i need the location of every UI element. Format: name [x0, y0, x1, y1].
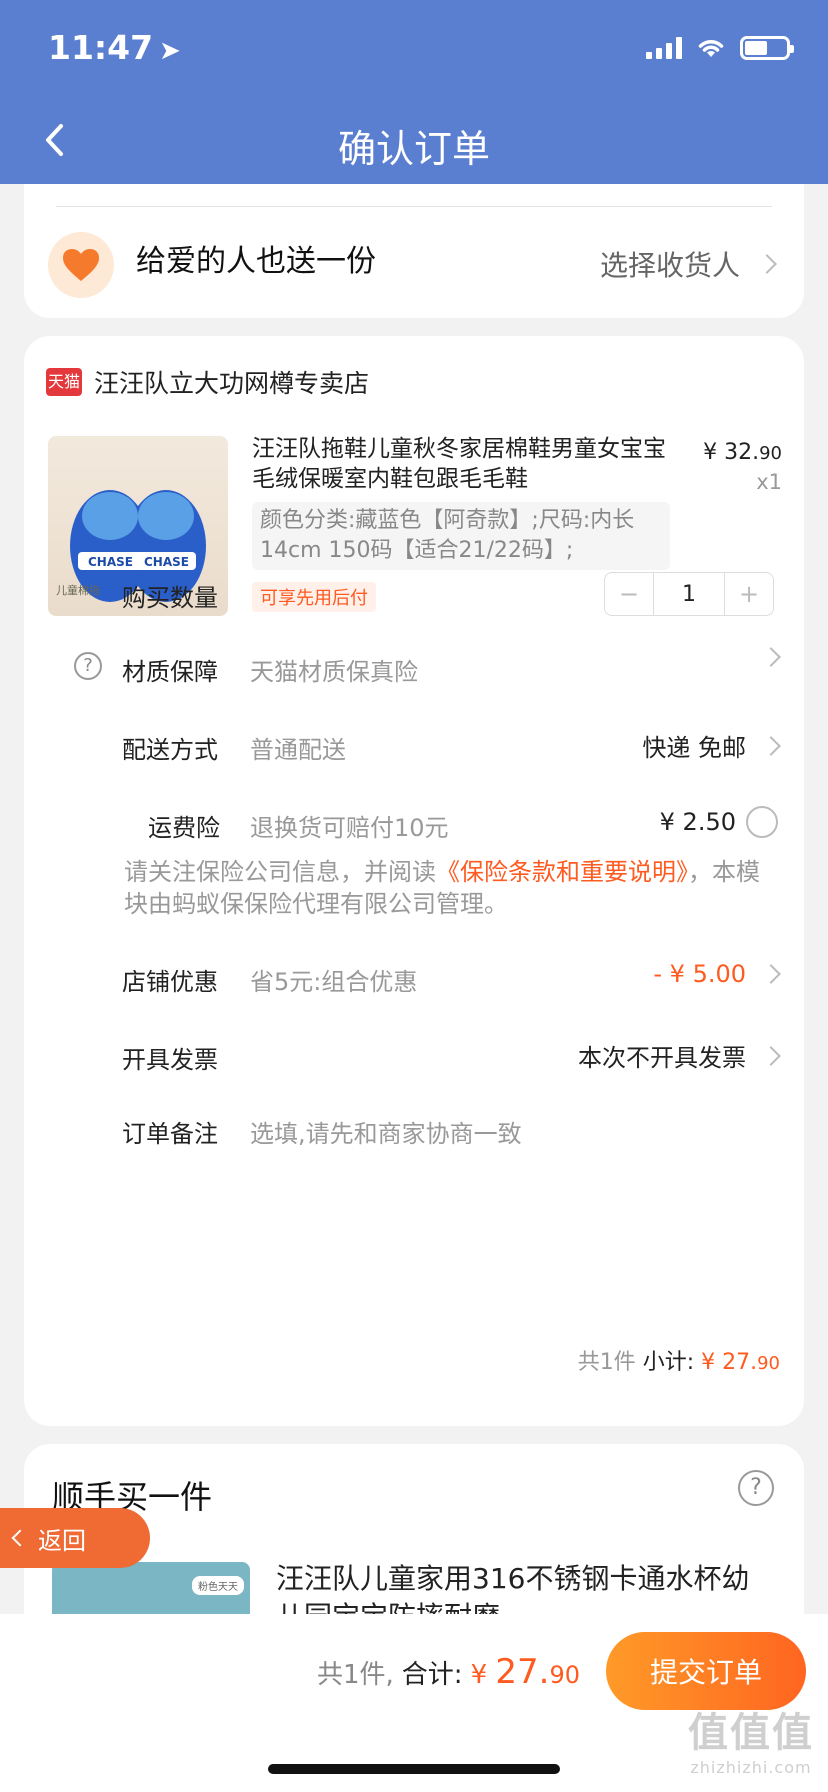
discount-amount: - ¥ 5.00 [653, 960, 746, 988]
material-guarantee-row[interactable]: ? 材质保障 天猫材质保真险 [24, 638, 804, 698]
invoice-row[interactable]: 开具发票 本次不开具发票 [24, 1026, 804, 1086]
thumb-tag: 粉色天天 [192, 1576, 244, 1595]
price-symbol: ¥ [703, 440, 725, 465]
order-total: 共1件, 合计: ¥ 27.90 [317, 1652, 580, 1692]
remark-row: 订单备注 选填,请先和商家协商一致 [24, 1100, 804, 1160]
freight-insurance-radio[interactable] [746, 806, 778, 838]
shipping-value: 普通配送 [250, 736, 346, 764]
insurance-terms-link[interactable]: 《保险条款和重要说明》 [436, 858, 688, 886]
freight-insurance-row: 运费险 退换货可赔付10元 ¥ 2.50 [24, 794, 804, 854]
battery-icon [740, 36, 794, 60]
freight-right: ¥ 2.50 [660, 806, 778, 838]
watermark-url: zhizhizhi.com [690, 1758, 812, 1777]
chevron-right-icon [757, 254, 777, 274]
total-amount: ¥ 27.90 [471, 1652, 580, 1692]
help-icon[interactable]: ? [738, 1470, 774, 1506]
divider [56, 206, 772, 207]
wifi-icon [698, 39, 724, 57]
quantity-value[interactable]: 1 [653, 573, 725, 615]
product-price: ¥ 32.90 [703, 440, 782, 465]
sku-info[interactable]: 颜色分类:藏蓝色【阿奇款】;尺码:内长14cm 150码【适合21/22码】; [252, 502, 670, 570]
increase-button[interactable]: + [725, 573, 773, 615]
total-label: 合计: [401, 1660, 463, 1690]
remark-label: 订单备注 [122, 1120, 218, 1148]
subtotal: 共1件 小计: ¥ 27.90 [578, 1344, 780, 1376]
shop-name: 汪汪队立大功网樽专卖店 [94, 369, 370, 398]
select-recipient-button[interactable]: 选择收货人 [599, 244, 777, 284]
page-title: 确认订单 [337, 127, 490, 171]
shop-header[interactable]: 天猫 汪汪队立大功网樽专卖店 [46, 364, 369, 400]
store-discount-right: - ¥ 5.00 [653, 960, 781, 988]
total-int: 27. [495, 1652, 550, 1692]
product-title[interactable]: 汪汪队拖鞋儿童秋冬家居棉鞋男童女宝宝毛绒保暖室内鞋包跟毛毛鞋 [252, 434, 672, 494]
total-count: 共1件, [316, 1660, 394, 1690]
material-label: 材质保障 [122, 658, 218, 686]
status-time-text: 11:47 [48, 28, 154, 67]
status-icons [646, 36, 794, 60]
store-discount-row[interactable]: 店铺优惠 省5元:组合优惠 - ¥ 5.00 [24, 948, 804, 1008]
help-icon[interactable]: ? [74, 652, 102, 680]
location-arrow-icon: ➤ [159, 36, 181, 66]
decrease-button[interactable]: − [605, 573, 653, 615]
chevron-right-icon [761, 964, 781, 984]
product-qty: x1 [756, 470, 782, 494]
bottom-bar: 共1件, 合计: ¥ 27.90 提交订单 值值值 zhizhizhi.com [0, 1614, 828, 1792]
chevron-right-icon [761, 1045, 781, 1066]
quantity-stepper: − 1 + [604, 572, 774, 616]
total-dec: 90 [549, 1661, 580, 1689]
store-discount-value: 省5元:组合优惠 [250, 968, 418, 996]
chevron-right-icon [761, 647, 781, 667]
quantity-label: 购买数量 [122, 584, 218, 612]
subtotal-int: 27. [722, 1350, 758, 1375]
chevron-right-icon [761, 735, 781, 756]
gift-card: 给爱的人也送一份 选择收货人 [24, 184, 804, 318]
status-bar: 11:47 ➤ [0, 0, 828, 100]
quantity-row: 购买数量 − 1 + [24, 564, 804, 624]
invoice-value: 本次不开具发票 [578, 1044, 746, 1072]
status-time: 11:47 ➤ [48, 28, 181, 67]
shipping-method: 快递 免邮 [642, 734, 746, 762]
heart-hand-icon [48, 232, 114, 298]
floating-back-label: 返回 [38, 1526, 86, 1555]
material-value: 天猫材质保真险 [250, 658, 418, 686]
select-recipient-label: 选择收货人 [599, 249, 740, 282]
submit-order-button[interactable]: 提交订单 [606, 1632, 806, 1710]
gift-prompt: 给爱的人也送一份 [136, 244, 376, 279]
total-symbol: ¥ [470, 1660, 496, 1690]
watermark-logo: 值值值 [688, 1710, 814, 1756]
home-indicator [268, 1764, 560, 1774]
cellular-signal-icon [646, 37, 682, 59]
remark-input[interactable]: 选填,请先和商家协商一致 [250, 1114, 522, 1149]
subtotal-count: 共1件 [577, 1350, 643, 1375]
order-card: 天猫 汪汪队立大功网樽专卖店 CHASE CHASE 儿童棉拖 汪汪队拖鞋儿童秋… [24, 336, 804, 1426]
shipping-row[interactable]: 配送方式 普通配送 快递 免邮 [24, 716, 804, 776]
freight-price: ¥ 2.50 [659, 808, 736, 836]
watermark: 值值值 zhizhizhi.com [688, 1700, 814, 1777]
subtotal-dec: 90 [757, 1353, 780, 1374]
subtotal-symbol: ¥ [701, 1350, 723, 1375]
subtotal-amount: ¥ 27.90 [701, 1350, 780, 1375]
material-right [756, 647, 781, 667]
store-discount-label: 店铺优惠 [122, 968, 218, 996]
insurance-notice: 请关注保险公司信息，并阅读《保险条款和重要说明》，本模块由蚂蚁保保险代理有限公司… [124, 856, 764, 920]
freight-value: 退换货可赔付10元 [250, 814, 449, 842]
nav-bar: 确认订单 [0, 100, 828, 184]
subtotal-label: 小计: [642, 1350, 702, 1375]
invoice-label: 开具发票 [122, 1046, 218, 1074]
freight-label: 运费险 [148, 814, 220, 842]
shipping-label: 配送方式 [122, 736, 218, 764]
chevron-left-icon [11, 1529, 29, 1547]
floating-back-button[interactable]: 返回 [0, 1508, 150, 1568]
price-dec: 90 [759, 443, 782, 464]
price-int: 32. [724, 440, 760, 465]
notice-prefix: 请关注保险公司信息，并阅读 [124, 858, 436, 886]
invoice-right: 本次不开具发票 [578, 1038, 781, 1073]
tmall-logo-icon: 天猫 [46, 368, 82, 396]
shipping-right: 快递 免邮 [642, 728, 781, 763]
